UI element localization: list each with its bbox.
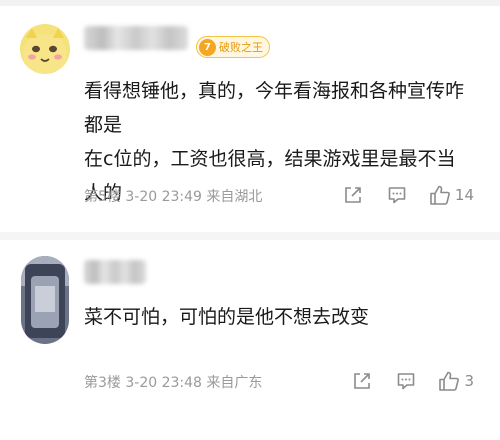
comment-actions: 3 bbox=[352, 366, 474, 396]
reply-icon bbox=[398, 373, 415, 390]
comment-text-line: 看得想锤他，真的，今年看海报和各种宣传咋都是 bbox=[84, 80, 465, 136]
share-icon bbox=[354, 373, 371, 389]
comment-actions: 14 bbox=[343, 180, 474, 210]
reply-button[interactable] bbox=[387, 185, 407, 205]
like-count: 14 bbox=[454, 186, 474, 204]
comment-text-line: 菜不可怕，可怕的是他不想去改变 bbox=[84, 306, 370, 328]
medal-icon: 7 bbox=[199, 38, 216, 56]
comment-meta: 第3楼 3-20 23:48 来自广东 bbox=[84, 375, 263, 391]
share-button[interactable] bbox=[352, 371, 372, 391]
username-redacted[interactable] bbox=[84, 26, 188, 50]
avatar[interactable] bbox=[21, 256, 69, 344]
thumbs-up-icon bbox=[439, 371, 460, 391]
fan-badge[interactable]: 7 破败之王 bbox=[196, 36, 270, 58]
like-button[interactable]: 3 bbox=[438, 370, 474, 392]
share-icon bbox=[345, 187, 361, 203]
reply-icon bbox=[388, 187, 406, 204]
share-button[interactable] bbox=[343, 185, 363, 205]
avatar[interactable] bbox=[20, 24, 70, 74]
like-button[interactable]: 14 bbox=[429, 184, 474, 206]
section-divider bbox=[0, 232, 500, 240]
thumbs-up-icon bbox=[430, 185, 450, 205]
comment-item: 7 破败之王 看得想锤他，真的，今年看海报和各种宣传咋都是 在c位的，工资也很高… bbox=[0, 10, 500, 228]
comment-item: 菜不可怕，可怕的是他不想去改变 第3楼 3-20 23:48 来自广东 3 bbox=[0, 244, 500, 434]
reply-button[interactable] bbox=[396, 371, 416, 391]
username-redacted[interactable] bbox=[84, 260, 146, 284]
top-divider bbox=[0, 0, 500, 6]
like-count: 3 bbox=[464, 372, 474, 390]
comment-meta: 第5楼 3-20 23:49 来自湖北 bbox=[84, 189, 263, 205]
comment-text: 菜不可怕，可怕的是他不想去改变 bbox=[84, 300, 464, 334]
badge-label: 破败之王 bbox=[219, 41, 263, 54]
